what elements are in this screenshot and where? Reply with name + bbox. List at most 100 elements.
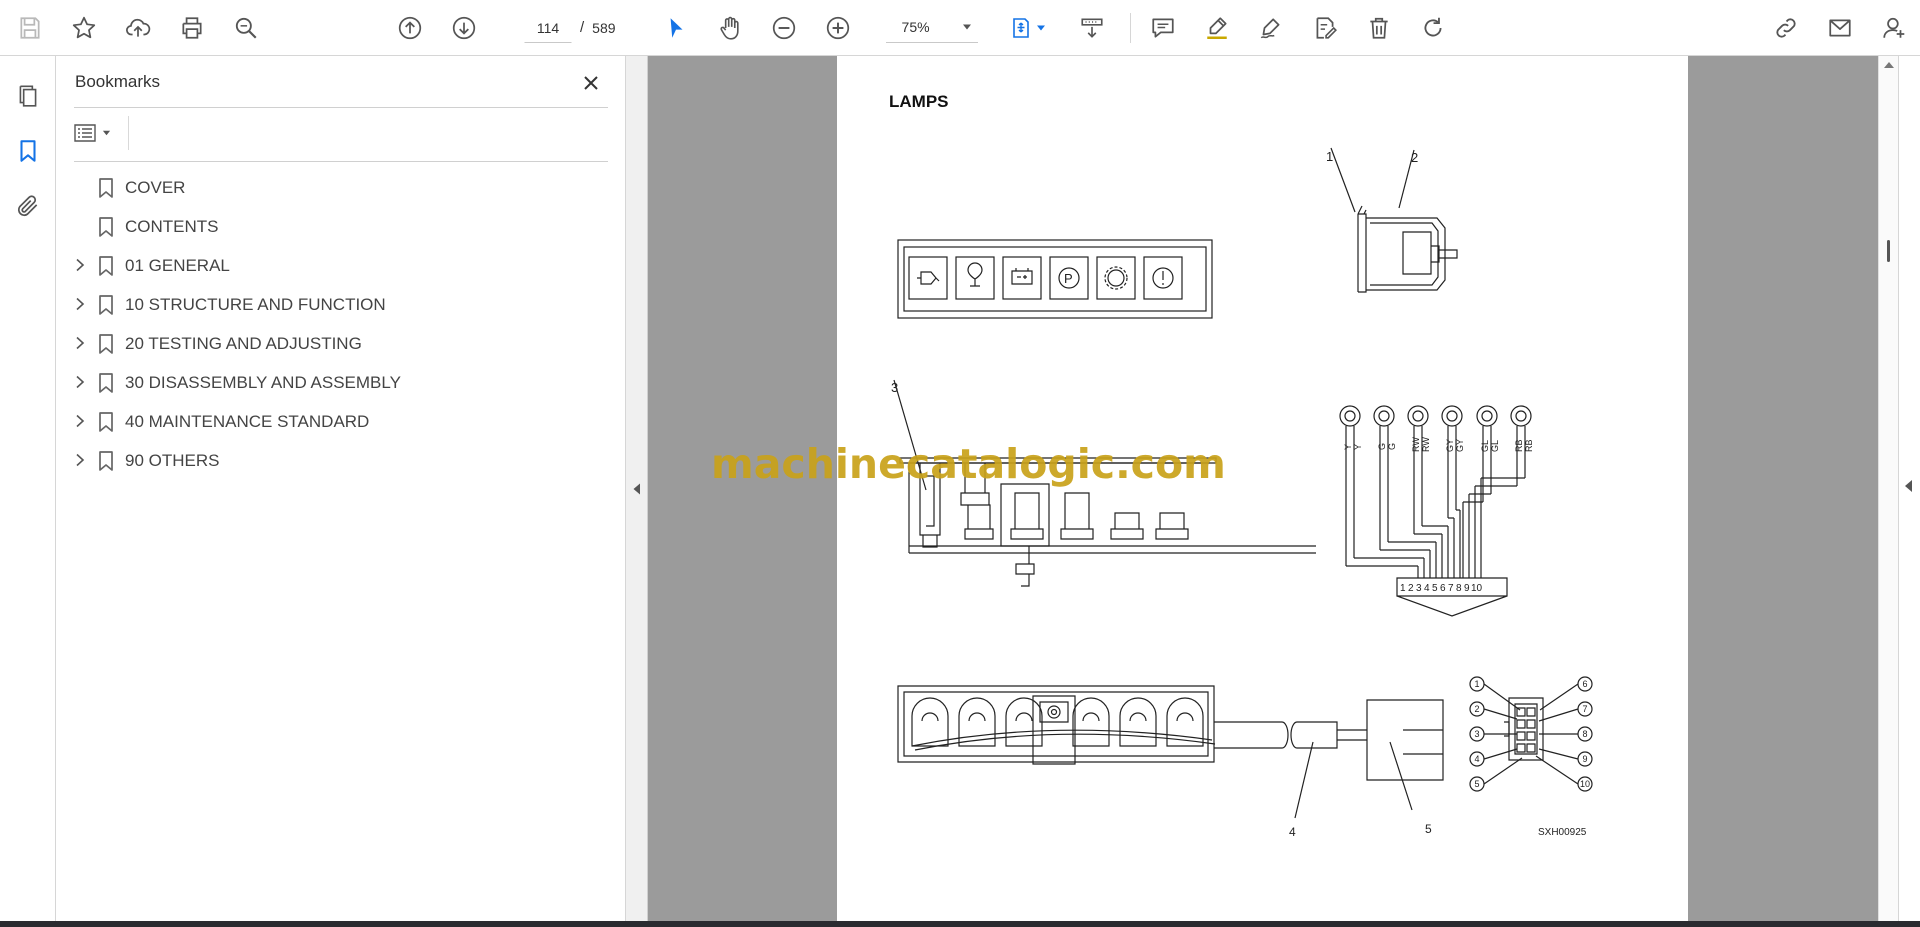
share-link-icon[interactable] <box>1766 8 1806 48</box>
svg-text:RB: RB <box>1514 439 1524 452</box>
print-icon[interactable] <box>172 8 212 48</box>
bookmarks-panel-icon[interactable] <box>8 131 48 171</box>
bookmark-item[interactable]: COVER <box>56 168 616 207</box>
svg-text:G: G <box>1377 443 1387 450</box>
chevron-right-icon[interactable] <box>72 452 88 468</box>
rotate-icon[interactable] <box>1413 8 1453 48</box>
fit-page-icon[interactable] <box>1002 8 1054 48</box>
svg-text:10: 10 <box>1580 779 1590 789</box>
cloud-upload-icon[interactable] <box>118 8 158 48</box>
svg-text:3: 3 <box>1474 729 1479 739</box>
svg-text:GL: GL <box>1480 440 1490 452</box>
svg-text:9: 9 <box>1464 583 1470 594</box>
svg-text:4: 4 <box>1424 583 1430 594</box>
lamp-side-view <box>1330 147 1458 293</box>
chevron-down-icon <box>962 24 971 30</box>
email-icon[interactable] <box>1820 8 1860 48</box>
svg-text:RW: RW <box>1411 437 1421 452</box>
bookmark-label: 10 STRUCTURE AND FUNCTION <box>125 295 386 314</box>
bookmark-icon <box>99 373 113 393</box>
svg-text:7: 7 <box>1582 704 1587 714</box>
svg-text:2: 2 <box>1411 150 1418 165</box>
divider <box>74 161 608 162</box>
bookmark-options-button[interactable] <box>74 118 122 148</box>
svg-text:4: 4 <box>1474 754 1479 764</box>
chevron-down-icon <box>102 130 111 136</box>
page-number-input[interactable]: 114 <box>524 12 572 43</box>
edit-pdf-icon[interactable] <box>1305 8 1345 48</box>
bookmark-item[interactable]: 20 TESTING AND ADJUSTING <box>56 324 616 363</box>
svg-text:10: 10 <box>1471 583 1483 594</box>
svg-text:G: G <box>1387 443 1397 450</box>
svg-text:Y: Y <box>1353 444 1363 450</box>
bookmark-item[interactable]: 90 OTHERS <box>56 441 616 480</box>
vertical-scrollbar[interactable] <box>1878 56 1898 921</box>
search-text-icon[interactable] <box>226 8 266 48</box>
svg-text:2: 2 <box>1408 583 1414 594</box>
svg-text:8: 8 <box>1456 583 1462 594</box>
chevron-right-icon[interactable] <box>72 335 88 351</box>
svg-text:7: 7 <box>1448 583 1454 594</box>
svg-text:1: 1 <box>1326 149 1333 164</box>
save-icon[interactable] <box>10 8 50 48</box>
close-panel-button[interactable] <box>576 68 606 98</box>
svg-text:9: 9 <box>1582 754 1587 764</box>
svg-text:RB: RB <box>1524 439 1534 452</box>
svg-text:GY: GY <box>1445 439 1455 452</box>
account-icon[interactable] <box>1874 8 1914 48</box>
bookmark-item[interactable]: CONTENTS <box>56 207 616 246</box>
panel-title: Bookmarks <box>75 72 161 91</box>
scroll-up-arrow-icon[interactable] <box>1884 62 1894 68</box>
delete-icon[interactable] <box>1359 8 1399 48</box>
svg-text:1: 1 <box>1474 679 1479 689</box>
svg-text:GY: GY <box>1455 439 1465 452</box>
draw-freehand-icon[interactable] <box>1251 8 1291 48</box>
zoom-out-icon[interactable] <box>764 8 804 48</box>
right-panel-toggle[interactable] <box>1898 56 1920 921</box>
svg-text:P: P <box>1064 271 1073 286</box>
scrollbar-thumb[interactable] <box>1887 240 1890 262</box>
bookmark-icon <box>99 295 113 315</box>
chevron-right-icon[interactable] <box>72 413 88 429</box>
top-toolbar: 114 / 589 75% <box>0 0 1920 56</box>
bookmark-icon <box>99 217 113 237</box>
svg-text:RW: RW <box>1421 437 1431 452</box>
bookmark-item[interactable]: 30 DISASSEMBLY AND ASSEMBLY <box>56 363 616 402</box>
hand-tool-icon[interactable] <box>710 8 750 48</box>
svg-text:3: 3 <box>891 380 898 395</box>
star-icon[interactable] <box>64 8 104 48</box>
select-cursor-icon[interactable] <box>656 8 696 48</box>
bookmark-item[interactable]: 10 STRUCTURE AND FUNCTION <box>56 285 616 324</box>
bookmark-item[interactable]: 01 GENERAL <box>56 246 616 285</box>
bookmark-icon <box>99 334 113 354</box>
svg-text:4: 4 <box>1289 825 1296 839</box>
comment-icon[interactable] <box>1143 8 1183 48</box>
lamp-panel-front-view: P <box>897 239 1213 319</box>
chevron-left-icon <box>1905 480 1912 492</box>
bookmark-item[interactable]: 40 MAINTENANCE STANDARD <box>56 402 616 441</box>
zoom-in-icon[interactable] <box>818 8 858 48</box>
zoom-value: 75% <box>901 19 930 35</box>
zoom-select[interactable]: 75% <box>885 13 978 43</box>
svg-text:6: 6 <box>1582 679 1587 689</box>
svg-text:1: 1 <box>1400 583 1406 594</box>
wire-code-labels: Y Y G G RW RW GY GY GL GL RB RB <box>1343 437 1534 452</box>
svg-text:Y: Y <box>1343 444 1353 450</box>
list-options-icon <box>74 124 96 142</box>
svg-text:5: 5 <box>1432 583 1438 594</box>
page-thumbnails-icon[interactable] <box>8 76 48 116</box>
attachments-icon[interactable] <box>8 186 48 226</box>
next-page-icon[interactable] <box>444 8 484 48</box>
bookmark-icon <box>99 412 113 432</box>
chevron-right-icon[interactable] <box>72 257 88 273</box>
svg-text:2: 2 <box>1474 704 1479 714</box>
scrolling-mode-icon[interactable] <box>1072 8 1112 48</box>
previous-page-icon[interactable] <box>390 8 430 48</box>
chevron-down-icon <box>1037 25 1046 30</box>
chevron-right-icon[interactable] <box>72 374 88 390</box>
document-viewport[interactable]: LAMPS P 1 2 3 Y Y G G RW RW GY GY GL GL … <box>648 56 1878 921</box>
collapse-panel-handle[interactable] <box>626 56 648 921</box>
highlight-icon[interactable] <box>1197 8 1237 48</box>
chevron-right-icon[interactable] <box>72 296 88 312</box>
bookmark-label: 01 GENERAL <box>125 256 230 275</box>
